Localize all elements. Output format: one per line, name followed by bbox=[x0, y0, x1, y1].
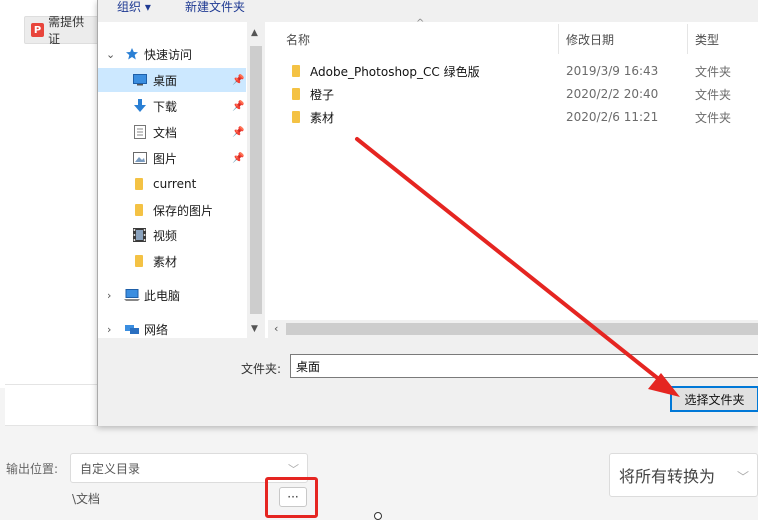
scroll-left-icon[interactable]: ‹ bbox=[274, 322, 278, 335]
file-name: 素材 bbox=[310, 110, 335, 125]
file-row[interactable]: 素材 2020/2/6 11:21 文件夹 bbox=[268, 106, 758, 128]
chevron-right-icon[interactable]: › bbox=[107, 289, 111, 302]
video-icon bbox=[133, 228, 146, 242]
select-folder-button[interactable]: 选择文件夹 bbox=[670, 386, 758, 412]
organize-menu-button[interactable]: 组织 ▾ bbox=[117, 0, 151, 22]
folder-field-label: 文件夹: bbox=[241, 362, 282, 376]
nav-item-label: 素材 bbox=[153, 254, 178, 269]
nav-item-materials[interactable]: 素材 bbox=[98, 249, 246, 273]
folder-icon bbox=[134, 178, 144, 190]
scroll-down-icon[interactable]: ▼ bbox=[251, 324, 258, 334]
nav-this-pc-label: 此电脑 bbox=[144, 288, 181, 303]
document-icon bbox=[134, 125, 146, 139]
nav-scrollbar-thumb[interactable] bbox=[250, 46, 262, 314]
column-header-type[interactable]: 类型 bbox=[695, 31, 719, 48]
chevron-right-icon[interactable]: › bbox=[107, 323, 111, 336]
app-tab-label: 需提供证 bbox=[48, 15, 85, 46]
file-name: 橙子 bbox=[310, 87, 335, 102]
folder-icon bbox=[292, 65, 300, 80]
app-tab[interactable]: P 需提供证 bbox=[24, 15, 100, 46]
convert-all-select[interactable]: 将所有转换为 ﹀ bbox=[609, 453, 758, 497]
file-date: 2020/2/6 11:21 bbox=[566, 110, 659, 124]
pin-icon: 📌 bbox=[232, 126, 245, 138]
pin-icon: 📌 bbox=[232, 152, 245, 164]
nav-item-label: 桌面 bbox=[153, 73, 178, 88]
nav-quick-access[interactable]: ⌄ 快速访问 bbox=[98, 42, 246, 66]
folder-icon bbox=[292, 88, 300, 103]
file-name: Adobe_Photoshop_CC 绿色版 bbox=[310, 64, 480, 79]
nav-this-pc[interactable]: › 此电脑 bbox=[98, 283, 246, 307]
nav-item-documents[interactable]: 文档 📌 bbox=[98, 120, 246, 144]
output-path: \文档 bbox=[72, 492, 101, 506]
nav-item-downloads[interactable]: 下载 📌 bbox=[98, 94, 246, 118]
scroll-up-icon[interactable]: ▲ bbox=[251, 28, 258, 38]
pin-icon: 📌 bbox=[232, 74, 245, 86]
nav-item-label: 文档 bbox=[153, 125, 178, 140]
nav-item-saved-pictures[interactable]: 保存的图片 bbox=[98, 198, 246, 222]
output-location-value: 自定义目录 bbox=[80, 461, 141, 476]
new-folder-button[interactable]: 新建文件夹 bbox=[185, 0, 245, 22]
nav-item-videos[interactable]: 视频 bbox=[98, 223, 246, 247]
file-type: 文件夹 bbox=[695, 110, 732, 125]
folder-input-value: 桌面 bbox=[296, 359, 321, 374]
desktop-icon bbox=[133, 74, 147, 86]
convert-all-value: 将所有转换为 bbox=[619, 467, 716, 486]
app-top-bar: P 需提供证 bbox=[0, 0, 100, 58]
hscrollbar-thumb[interactable] bbox=[286, 323, 758, 335]
file-list-hscrollbar[interactable]: ‹ bbox=[268, 320, 758, 338]
chevron-down-icon[interactable]: ⌄ bbox=[106, 48, 115, 61]
folder-picker-dialog: 组织 ▾ 新建文件夹 ⌄ 快速访问 桌面 📌 下载 📌 文档 📌 图片 📌 cu… bbox=[97, 0, 758, 426]
download-icon bbox=[134, 99, 146, 113]
folder-icon bbox=[292, 111, 300, 126]
column-separator[interactable] bbox=[687, 24, 688, 54]
nav-item-label: 下载 bbox=[153, 99, 178, 114]
folder-icon bbox=[134, 255, 144, 267]
sort-ascending-icon: ^ bbox=[416, 18, 425, 29]
app-content-area bbox=[0, 58, 100, 388]
nav-network[interactable]: › 网络 bbox=[98, 317, 246, 338]
nav-item-pictures[interactable]: 图片 📌 bbox=[98, 146, 246, 170]
file-date: 2020/2/2 20:40 bbox=[566, 87, 659, 101]
network-icon bbox=[124, 323, 140, 335]
nav-item-label: current bbox=[153, 177, 197, 191]
column-header-date[interactable]: 修改日期 bbox=[566, 31, 614, 48]
nav-quick-access-label: 快速访问 bbox=[144, 47, 193, 62]
nav-item-current[interactable]: current bbox=[98, 172, 246, 196]
star-icon bbox=[125, 47, 139, 61]
file-date: 2019/3/9 16:43 bbox=[566, 64, 659, 78]
file-type: 文件夹 bbox=[695, 87, 732, 102]
dialog-toolbar: 组织 ▾ 新建文件夹 bbox=[98, 0, 758, 22]
file-list: 名称 ^ 修改日期 类型 Adobe_Photoshop_CC 绿色版 2019… bbox=[268, 18, 758, 320]
chevron-down-icon: ﹀ bbox=[288, 463, 299, 476]
computer-icon bbox=[124, 289, 140, 301]
column-separator[interactable] bbox=[558, 24, 559, 54]
nav-item-desktop[interactable]: 桌面 📌 bbox=[98, 68, 246, 92]
folder-icon bbox=[134, 204, 144, 216]
annotation-highlight-box bbox=[265, 477, 318, 518]
folder-input[interactable]: 桌面 bbox=[290, 354, 758, 378]
file-row[interactable]: 橙子 2020/2/2 20:40 文件夹 bbox=[268, 83, 758, 105]
dialog-footer: 文件夹: 桌面 选择文件夹 bbox=[98, 338, 758, 426]
mouse-cursor bbox=[374, 512, 382, 520]
picture-icon bbox=[133, 152, 147, 164]
nav-scrollbar[interactable]: ▲ ▼ bbox=[247, 22, 265, 338]
column-header-name[interactable]: 名称 bbox=[286, 31, 310, 48]
navigation-pane: ⌄ 快速访问 桌面 📌 下载 📌 文档 📌 图片 📌 current 保存的图片… bbox=[98, 22, 246, 338]
pdf-icon: P bbox=[31, 23, 45, 37]
file-type: 文件夹 bbox=[695, 64, 732, 79]
nav-network-label: 网络 bbox=[144, 322, 169, 337]
file-row[interactable]: Adobe_Photoshop_CC 绿色版 2019/3/9 16:43 文件… bbox=[268, 60, 758, 82]
pin-icon: 📌 bbox=[232, 100, 245, 112]
nav-item-label: 图片 bbox=[153, 151, 178, 166]
nav-item-label: 视频 bbox=[153, 228, 178, 243]
output-location-label: 输出位置: bbox=[6, 462, 59, 476]
chevron-down-icon: ﹀ bbox=[736, 470, 749, 484]
nav-item-label: 保存的图片 bbox=[153, 203, 214, 218]
